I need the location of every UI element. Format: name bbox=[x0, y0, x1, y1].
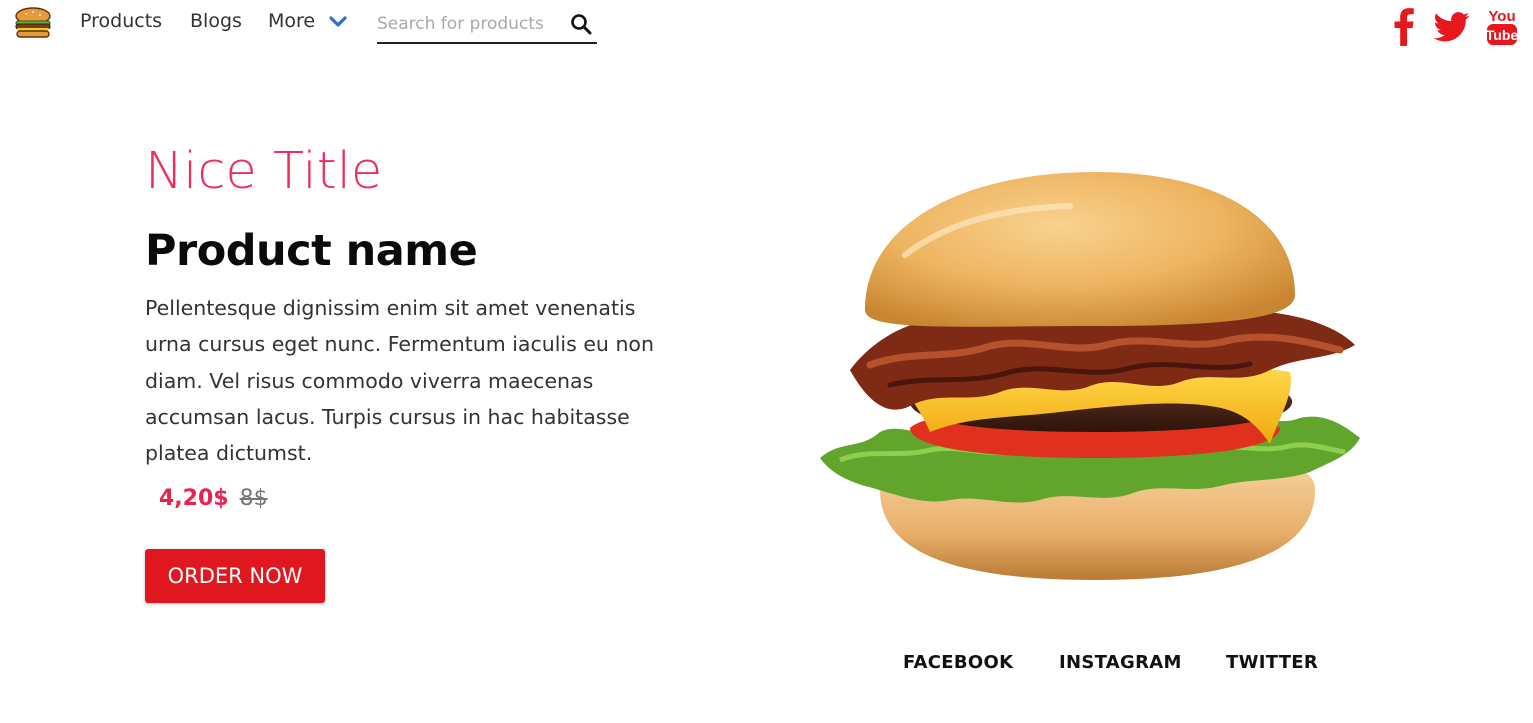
footer-facebook-link[interactable]: FACEBOOK bbox=[903, 652, 1013, 673]
youtube-icon[interactable]: You Tube bbox=[1486, 6, 1518, 46]
footer-twitter-link[interactable]: TWITTER bbox=[1226, 652, 1318, 673]
burger-image bbox=[820, 172, 1360, 580]
current-price: 4,20$ bbox=[159, 486, 229, 511]
landing-page: Products Blogs More You Tube Nice Title … bbox=[0, 0, 1533, 723]
svg-text:You: You bbox=[1488, 8, 1515, 25]
old-price: 8$ bbox=[239, 486, 268, 511]
search-bar bbox=[377, 6, 597, 44]
nav-more-link[interactable]: More bbox=[268, 10, 315, 32]
nav-products-link[interactable]: Products bbox=[80, 10, 162, 32]
hero-title: Nice Title bbox=[145, 142, 383, 201]
search-input[interactable] bbox=[377, 10, 557, 38]
nav-blogs-link[interactable]: Blogs bbox=[190, 10, 242, 32]
twitter-icon[interactable] bbox=[1434, 10, 1470, 44]
price-block: 4,20$ 8$ bbox=[159, 486, 268, 511]
product-name: Product name bbox=[145, 226, 478, 276]
top-navbar: Products Blogs More You Tube bbox=[0, 0, 1533, 48]
product-description: Pellentesque dignissim enim sit amet ven… bbox=[145, 296, 654, 466]
burger-logo-icon[interactable] bbox=[13, 6, 53, 40]
svg-text:Tube: Tube bbox=[1486, 27, 1518, 43]
chevron-down-icon[interactable] bbox=[329, 15, 347, 29]
search-icon[interactable] bbox=[570, 13, 592, 35]
facebook-icon[interactable] bbox=[1394, 6, 1414, 46]
footer-instagram-link[interactable]: INSTAGRAM bbox=[1059, 652, 1182, 673]
order-now-button[interactable]: ORDER NOW bbox=[145, 549, 325, 603]
